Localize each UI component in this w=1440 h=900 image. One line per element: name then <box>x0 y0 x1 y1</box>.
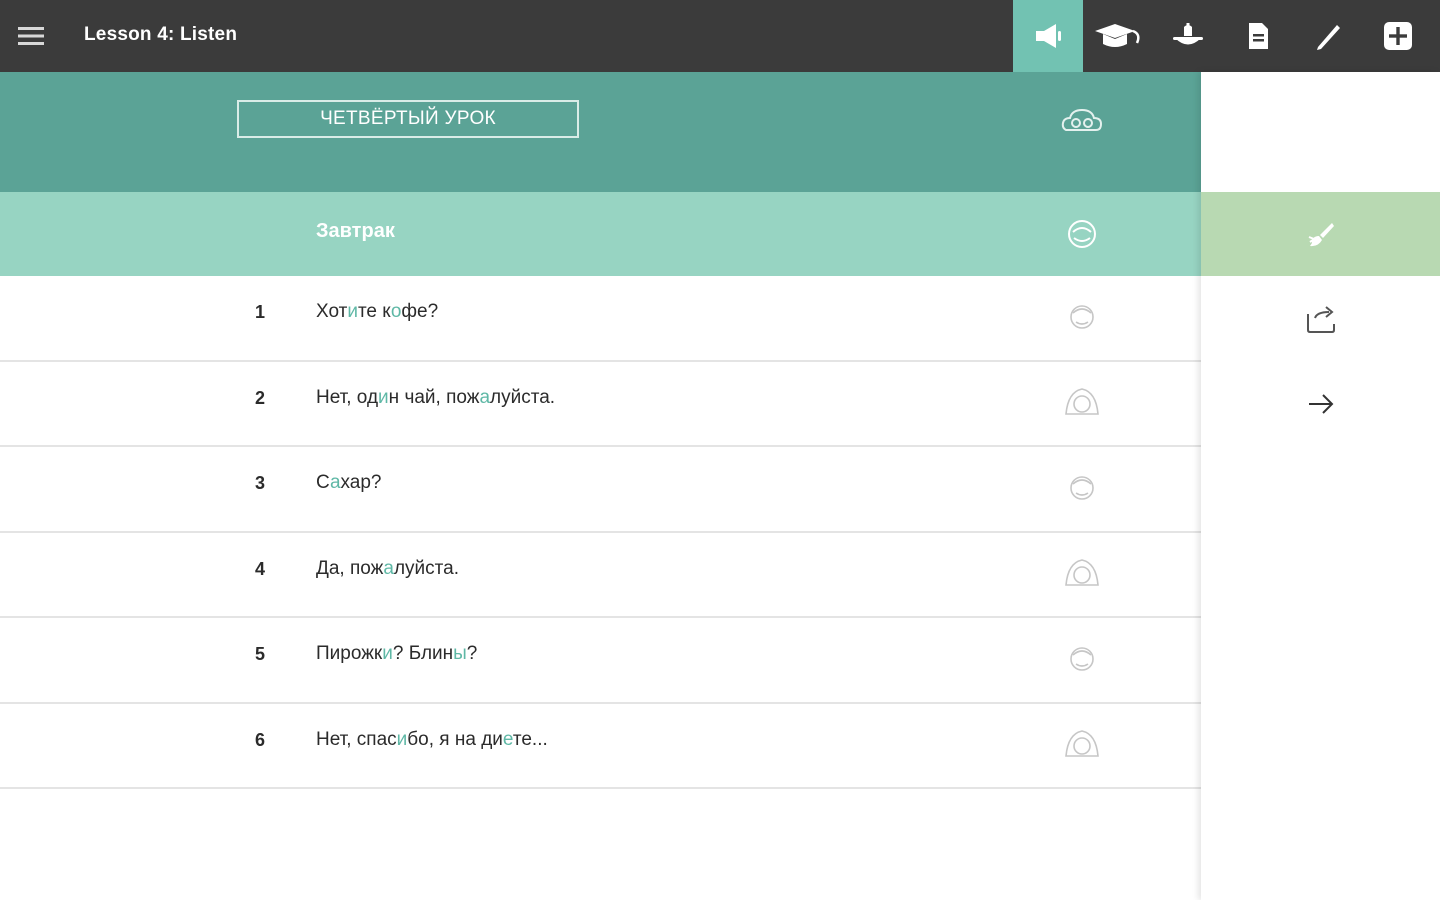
line-number: 4 <box>254 558 265 579</box>
dialogue-line[interactable]: 6 Нет, спасибо, я на диете... <box>0 704 1201 789</box>
line-text: Нет, один чай, пожалуйста. <box>316 386 556 408</box>
menu-button[interactable] <box>14 20 48 52</box>
graduation-cap-icon <box>1095 24 1140 47</box>
male-speaker-icon[interactable] <box>1062 640 1102 676</box>
line-number: 1 <box>254 302 265 322</box>
male-speaker-icon[interactable] <box>1062 298 1102 334</box>
megaphone-icon <box>1036 24 1061 48</box>
tab-write[interactable] <box>1293 0 1363 72</box>
tab-vocabulary[interactable] <box>1153 0 1223 72</box>
dialogue-line[interactable]: 3 Сахар? <box>0 447 1201 533</box>
hamburger-icon <box>18 27 44 45</box>
side-panel <box>1201 72 1440 900</box>
dialogue-list: 1 Хотите кофе? 2 Нет, один чай, пожалуйс… <box>0 276 1201 789</box>
tab-add[interactable] <box>1363 0 1433 72</box>
line-text: Пирожки? Блины? <box>316 643 478 664</box>
next-button[interactable] <box>1201 374 1440 434</box>
line-text: Нет, спасибо, я на диете... <box>316 728 548 750</box>
plus-square-icon <box>1384 22 1412 50</box>
dialogue-line[interactable]: 5 Пирожки? Блины? <box>0 618 1201 704</box>
lesson-name: ЧЕТВЁРТЫЙ УРОК <box>237 100 579 138</box>
line-text: Хотите кофе? <box>316 301 439 322</box>
line-number: 6 <box>254 729 265 750</box>
tab-listen[interactable] <box>1013 0 1083 72</box>
line-number: 5 <box>254 644 265 664</box>
repeat-icon <box>1306 306 1335 333</box>
pen-icon <box>1317 25 1340 50</box>
dialogue-line[interactable]: 1 Хотите кофе? <box>0 276 1201 362</box>
lesson-title: Lesson 4: Listen <box>84 24 238 45</box>
lesson-header: ЧЕТВЁРТЫЙ УРОК <box>0 72 1201 192</box>
dialogue-line[interactable]: 2 Нет, один чай, пожалуйста. <box>0 362 1201 447</box>
tab-document[interactable] <box>1223 0 1293 72</box>
female-speaker-icon[interactable] <box>1062 726 1102 762</box>
arrow-right-icon <box>1308 394 1333 414</box>
document-icon <box>1249 23 1268 49</box>
male-speaker-icon[interactable] <box>1062 469 1102 505</box>
repeat-button[interactable] <box>1201 290 1440 350</box>
dialogue-line[interactable]: 4 Да, пожалуйста. <box>0 533 1201 618</box>
line-text: Сахар? <box>316 472 382 493</box>
brush-icon <box>1308 223 1334 247</box>
food-dish-icon <box>1173 23 1203 45</box>
speakers-group-icon[interactable] <box>1060 104 1104 136</box>
female-speaker-icon[interactable] <box>1062 384 1102 420</box>
female-speaker-icon[interactable] <box>1062 555 1102 591</box>
dialog-title: Завтрак <box>316 220 395 242</box>
line-text: Да, пожалуйста. <box>316 557 459 579</box>
dialog-header[interactable]: Завтрак <box>0 192 1201 276</box>
top-bar: Lesson 4: Listen <box>0 0 1440 72</box>
tab-learn[interactable] <box>1083 0 1153 72</box>
line-number: 2 <box>254 387 265 408</box>
stress-marks-button[interactable] <box>1201 192 1440 276</box>
line-number: 3 <box>254 473 265 493</box>
speaker-face-icon[interactable] <box>1064 216 1100 252</box>
